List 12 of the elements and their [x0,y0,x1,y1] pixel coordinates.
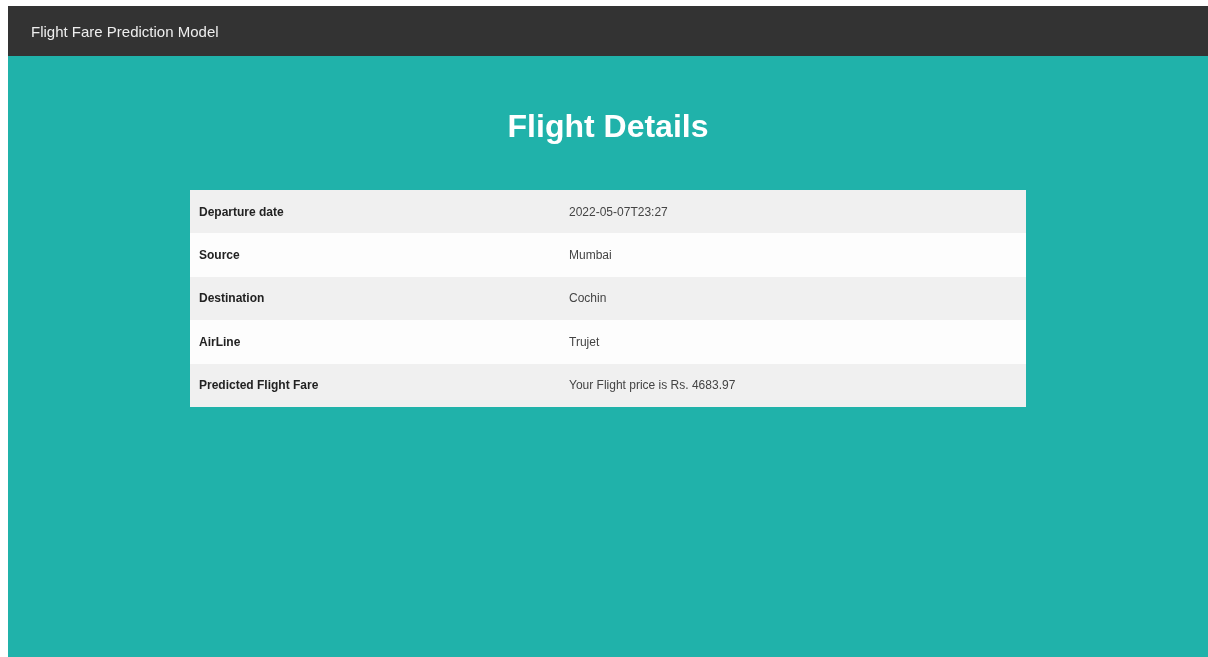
row-value: Your Flight price is Rs. 4683.97 [569,378,736,393]
page-heading: Flight Details [507,108,709,146]
row-value: 2022-05-07T23:27 [569,204,668,219]
row-value: Cochin [569,291,607,306]
row-label: Departure date [199,204,284,219]
row-value: Mumbai [569,248,612,263]
row-label: Predicted Flight Fare [199,378,319,393]
row-value: Trujet [569,334,600,349]
brand-title[interactable]: Flight Fare Prediction Model [31,22,219,40]
row-label: Destination [199,291,265,306]
row-label: Source [199,248,240,263]
row-label: AirLine [199,334,241,349]
